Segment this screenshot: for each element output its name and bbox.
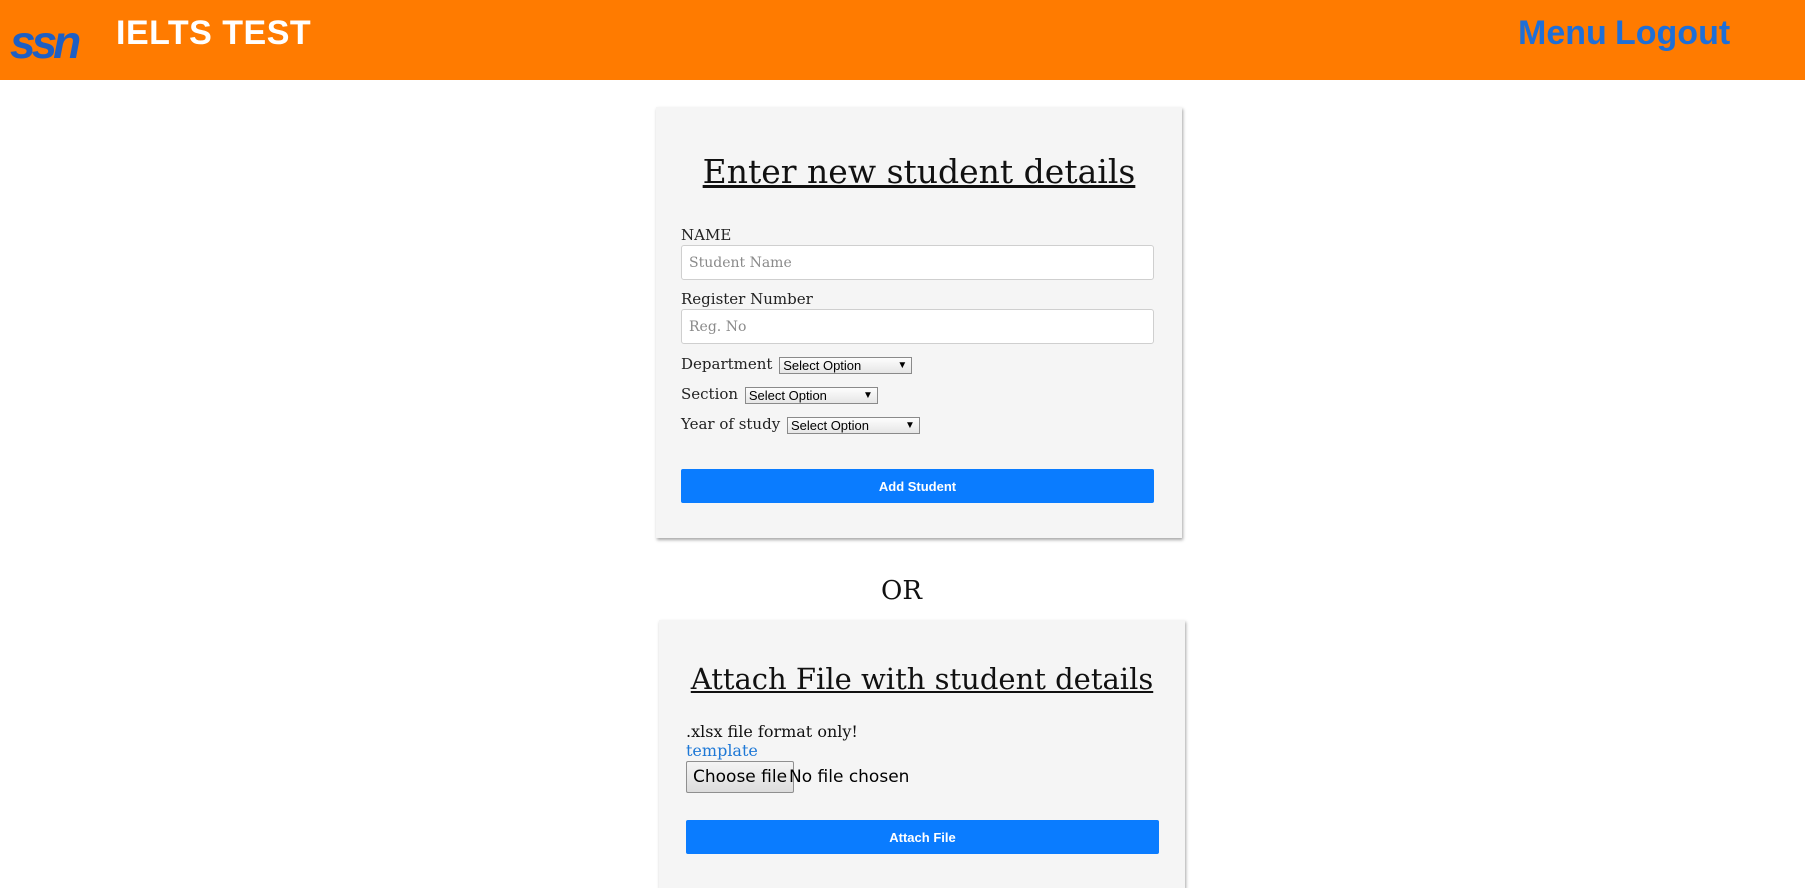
- menu-link[interactable]: Menu: [1518, 14, 1607, 53]
- department-label: Department: [681, 355, 773, 373]
- student-name-input[interactable]: [681, 245, 1154, 280]
- or-separator: OR: [0, 576, 1805, 606]
- file-format-note: .xlsx file format only!: [686, 722, 858, 741]
- year-selected-value: Select Option: [790, 417, 869, 433]
- department-select[interactable]: Select Option ▼: [779, 356, 913, 374]
- dropdown-arrow-icon: ▼: [905, 419, 915, 431]
- app-title: IELTS TEST: [116, 14, 312, 52]
- register-number-label: Register Number: [681, 290, 813, 308]
- new-student-card: Enter new student details NAME Register …: [656, 107, 1182, 538]
- svg-text:ssn: ssn: [10, 18, 80, 66]
- logout-link[interactable]: Logout: [1615, 14, 1730, 53]
- attach-file-card: Attach File with student details .xlsx f…: [659, 620, 1185, 888]
- section-row: Section Select Option ▼: [681, 385, 878, 404]
- file-status-text: No file chosen: [789, 767, 910, 787]
- choose-file-button[interactable]: Choose file: [686, 761, 795, 793]
- new-student-title: Enter new student details: [702, 152, 1136, 191]
- attach-file-title: Attach File with student details: [690, 662, 1154, 696]
- dropdown-arrow-icon: ▼: [897, 359, 908, 371]
- name-label: NAME: [681, 226, 732, 244]
- register-number-input[interactable]: [681, 309, 1154, 344]
- department-selected-value: Select Option: [783, 357, 862, 373]
- year-row: Year of study Select Option ▼: [681, 415, 920, 434]
- department-row: Department Select Option ▼: [681, 355, 913, 374]
- year-select[interactable]: Select Option ▼: [786, 416, 920, 434]
- section-label: Section: [681, 385, 739, 403]
- or-text: OR: [881, 576, 922, 606]
- section-selected-value: Select Option: [748, 387, 827, 403]
- add-student-button[interactable]: Add Student: [681, 469, 1154, 503]
- attach-file-button[interactable]: Attach File: [686, 820, 1159, 854]
- year-label: Year of study: [681, 415, 781, 433]
- ssn-logo: ssn: [10, 18, 84, 66]
- dropdown-arrow-icon: ▼: [862, 389, 873, 401]
- section-select[interactable]: Select Option ▼: [744, 386, 878, 404]
- top-bar: ssn IELTS TEST Menu Logout: [0, 0, 1805, 80]
- template-link[interactable]: template: [686, 741, 758, 760]
